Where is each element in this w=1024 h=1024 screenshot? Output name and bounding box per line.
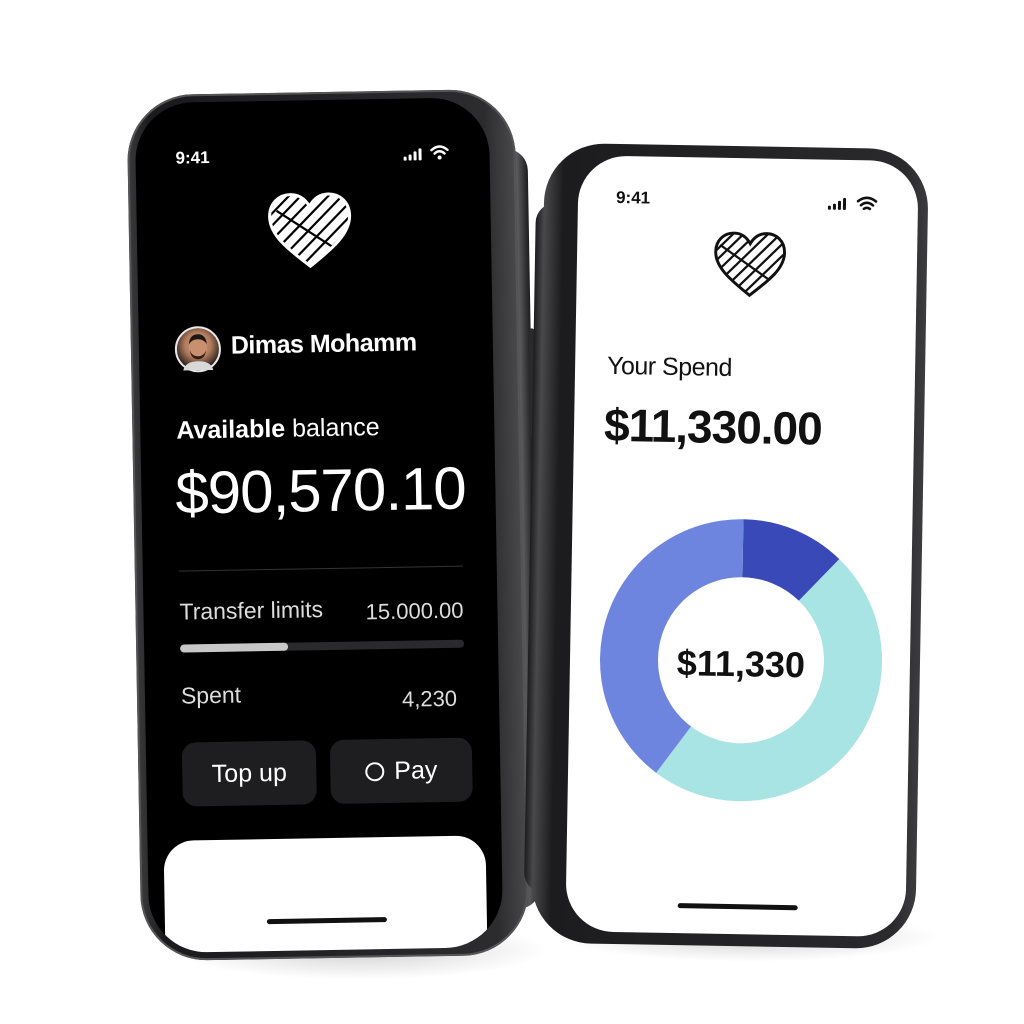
- balance-label-bold: Available: [176, 414, 286, 445]
- top-up-label: Top up: [211, 758, 288, 788]
- status-time: 9:41: [615, 187, 651, 208]
- spent-progress-fill: [180, 642, 289, 653]
- home-indicator[interactable]: [677, 903, 798, 911]
- spent-label: Spent: [180, 681, 242, 709]
- user-name: Dimas Mohamm: [230, 328, 417, 360]
- signal-icon: [827, 197, 847, 210]
- heart-logo-icon: [714, 231, 787, 298]
- heart-logo-icon: [268, 192, 352, 269]
- top-up-button[interactable]: Top up: [181, 740, 317, 807]
- dark-screen: 9:41 Dimas Mohamm Available balance $90,…: [134, 97, 504, 954]
- light-phone: 9:41 Your Spend $11,330.00 $11,330: [523, 142, 929, 950]
- avatar-face-icon: [183, 334, 214, 371]
- dark-phone: 9:41 Dimas Mohamm Available balance $90,…: [126, 88, 541, 962]
- light-screen: 9:41 Your Spend $11,330.00 $11,330: [565, 155, 919, 938]
- wifi-icon: [430, 145, 449, 160]
- signal-icon: [403, 148, 422, 161]
- spent-progress-bar: [180, 639, 465, 653]
- transfer-limits-label: Transfer limits: [179, 596, 324, 625]
- pay-label: Pay: [394, 755, 438, 785]
- transfer-limits-value: 15.000.00: [365, 597, 464, 625]
- pay-button[interactable]: Pay: [329, 737, 473, 804]
- balance-label-rest: balance: [284, 413, 380, 443]
- bottom-sheet[interactable]: [163, 835, 488, 954]
- donut-center-label: $11,330: [677, 642, 806, 685]
- spend-donut-chart: $11,330: [600, 519, 882, 802]
- spend-amount: $11,330.00: [603, 398, 823, 455]
- circle-icon: [365, 761, 385, 781]
- status-time: 9:41: [175, 148, 210, 168]
- balance-label: Available balance: [176, 413, 380, 446]
- divider: [178, 565, 463, 572]
- spend-title: Your Spend: [606, 351, 733, 383]
- wifi-icon: [856, 196, 878, 211]
- balance-amount: $90,570.10: [174, 454, 467, 527]
- avatar[interactable]: [174, 325, 222, 373]
- spent-value: 4,230: [401, 685, 458, 712]
